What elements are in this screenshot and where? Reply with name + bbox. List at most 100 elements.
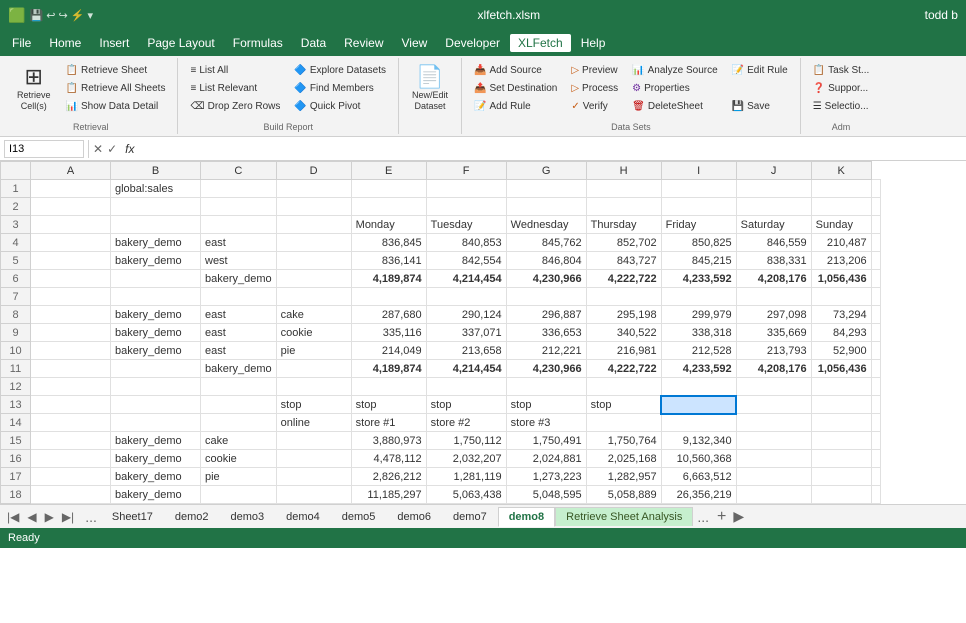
cell[interactable]: 335,116 <box>351 324 426 342</box>
cell[interactable]: stop <box>586 396 661 414</box>
cell[interactable]: 845,215 <box>661 252 736 270</box>
cell[interactable]: store #2 <box>426 414 506 432</box>
cell[interactable]: 1,750,491 <box>506 432 586 450</box>
cell[interactable]: 295,198 <box>586 306 661 324</box>
cell[interactable] <box>351 198 426 216</box>
cell[interactable] <box>31 288 111 306</box>
cell[interactable]: bakery_demo <box>111 306 201 324</box>
cell[interactable]: 337,071 <box>426 324 506 342</box>
set-destination-button[interactable]: 📤 Set Destination <box>468 80 563 97</box>
cell[interactable] <box>586 180 661 198</box>
col-header-k[interactable]: K <box>811 162 871 180</box>
cell[interactable]: cookie <box>201 450 277 468</box>
cell[interactable] <box>276 360 351 378</box>
cell[interactable]: 4,208,176 <box>736 360 811 378</box>
cell[interactable]: 290,124 <box>426 306 506 324</box>
cell[interactable] <box>31 396 111 414</box>
cell[interactable] <box>426 198 506 216</box>
cell[interactable]: east <box>201 342 277 360</box>
confirm-icon[interactable]: ✓ <box>107 142 117 156</box>
cell[interactable] <box>871 396 880 414</box>
cell[interactable] <box>871 180 880 198</box>
cell[interactable] <box>31 216 111 234</box>
cell[interactable]: 2,025,168 <box>586 450 661 468</box>
cell[interactable] <box>586 378 661 396</box>
cell[interactable]: 4,478,112 <box>351 450 426 468</box>
cell[interactable]: bakery_demo <box>111 450 201 468</box>
cell[interactable] <box>276 486 351 504</box>
cell[interactable] <box>426 288 506 306</box>
cell[interactable] <box>111 288 201 306</box>
cell[interactable]: online <box>276 414 351 432</box>
cell[interactable] <box>736 378 811 396</box>
cell[interactable] <box>201 486 277 504</box>
cell[interactable] <box>351 288 426 306</box>
cell[interactable] <box>736 486 811 504</box>
cell[interactable] <box>31 306 111 324</box>
cell[interactable]: 335,669 <box>736 324 811 342</box>
menu-developer[interactable]: Developer <box>437 34 508 52</box>
cell[interactable]: 838,331 <box>736 252 811 270</box>
cell[interactable]: 299,979 <box>661 306 736 324</box>
cell[interactable]: 845,762 <box>506 234 586 252</box>
menu-insert[interactable]: Insert <box>91 34 137 52</box>
cell[interactable]: 210,487 <box>811 234 871 252</box>
tab-nav-last[interactable]: ▶| <box>59 510 77 524</box>
retrieve-all-sheets-button[interactable]: 📋 Retrieve All Sheets <box>60 80 172 97</box>
cell[interactable] <box>811 486 871 504</box>
cell[interactable] <box>661 198 736 216</box>
cell[interactable]: 852,702 <box>586 234 661 252</box>
cell[interactable] <box>31 414 111 432</box>
cell[interactable] <box>871 216 880 234</box>
cell[interactable] <box>871 486 880 504</box>
cell[interactable]: 9,132,340 <box>661 432 736 450</box>
cell[interactable] <box>31 486 111 504</box>
tab-nav-next[interactable]: ▶ <box>42 510 57 524</box>
cell[interactable]: cookie <box>276 324 351 342</box>
cell[interactable] <box>426 378 506 396</box>
col-header-d[interactable]: D <box>276 162 351 180</box>
cell[interactable]: 26,356,219 <box>661 486 736 504</box>
cell[interactable] <box>111 396 201 414</box>
cell[interactable]: pie <box>201 468 277 486</box>
cell[interactable] <box>871 270 880 288</box>
cell[interactable] <box>276 270 351 288</box>
retrieve-cells-button[interactable]: ⊞ RetrieveCell(s) <box>10 60 58 116</box>
col-header-h[interactable]: H <box>586 162 661 180</box>
cell[interactable] <box>871 468 880 486</box>
cell[interactable]: Friday <box>661 216 736 234</box>
cell[interactable]: 84,293 <box>811 324 871 342</box>
cell[interactable] <box>276 432 351 450</box>
find-members-button[interactable]: 🔷 Find Members <box>288 80 392 97</box>
cell[interactable] <box>871 378 880 396</box>
tab-scroll-right[interactable]: ▶ <box>730 508 747 525</box>
cell[interactable]: 340,522 <box>586 324 661 342</box>
cell[interactable] <box>871 252 880 270</box>
cell[interactable]: 4,208,176 <box>736 270 811 288</box>
formula-input[interactable] <box>142 143 962 155</box>
col-header-f[interactable]: F <box>426 162 506 180</box>
cell[interactable]: bakery_demo <box>111 252 201 270</box>
cell[interactable]: 52,900 <box>811 342 871 360</box>
menu-view[interactable]: View <box>394 34 436 52</box>
col-header-e[interactable]: E <box>351 162 426 180</box>
cell[interactable] <box>811 288 871 306</box>
cell[interactable]: 287,680 <box>351 306 426 324</box>
menu-file[interactable]: File <box>4 34 39 52</box>
cell[interactable]: 836,141 <box>351 252 426 270</box>
cell[interactable] <box>351 180 426 198</box>
cell[interactable] <box>111 360 201 378</box>
tab-add-button[interactable]: + <box>713 508 730 526</box>
add-source-button[interactable]: 📥 Add Source <box>468 62 563 79</box>
cell[interactable] <box>586 414 661 432</box>
cell[interactable] <box>31 270 111 288</box>
cell[interactable] <box>661 288 736 306</box>
cell[interactable] <box>871 198 880 216</box>
cell[interactable]: east <box>201 324 277 342</box>
cell[interactable] <box>811 432 871 450</box>
cell[interactable]: west <box>201 252 277 270</box>
cell[interactable] <box>506 378 586 396</box>
cell[interactable] <box>31 378 111 396</box>
cell[interactable]: 1,273,223 <box>506 468 586 486</box>
cell[interactable] <box>871 288 880 306</box>
